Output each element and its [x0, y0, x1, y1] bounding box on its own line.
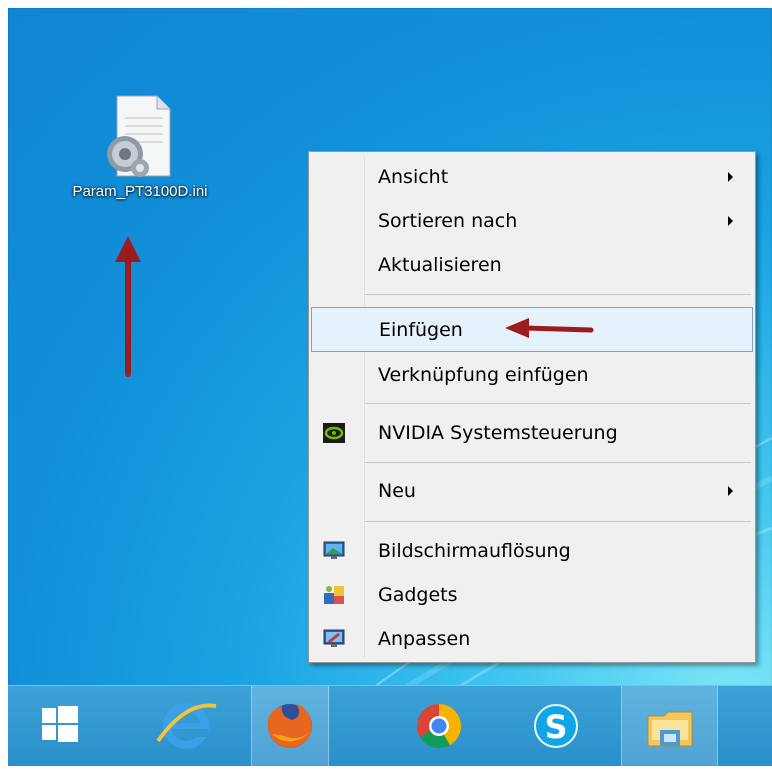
submenu-arrow-icon — [728, 486, 733, 496]
context-menu: Ansicht Sortieren nach Aktualisieren Ein… — [308, 151, 756, 663]
firefox-icon — [267, 704, 312, 748]
menu-item-nvidia-systemsteuerung[interactable]: NVIDIA Systemsteuerung — [311, 412, 753, 454]
taskbar-firefox[interactable] — [251, 686, 329, 766]
internet-explorer-icon — [156, 703, 217, 749]
taskbar-internet-explorer[interactable] — [148, 686, 224, 766]
red-arrow-up-annotation — [115, 236, 141, 377]
menu-item-label: Sortieren nach — [378, 210, 518, 232]
menu-item-anpassen[interactable]: Anpassen — [311, 618, 753, 660]
windows-start-icon — [42, 706, 78, 742]
start-button[interactable] — [18, 686, 94, 766]
taskbar-file-explorer[interactable] — [621, 686, 718, 766]
file-label[interactable]: Param_PT3100D.ini — [25, 183, 255, 200]
skype-icon: S — [534, 704, 578, 748]
submenu-arrow-icon — [728, 216, 733, 226]
display-resolution-icon — [323, 541, 345, 559]
nvidia-icon — [323, 423, 345, 443]
menu-item-label: Anpassen — [378, 628, 471, 650]
menu-item-neu[interactable]: Neu — [311, 470, 753, 512]
menu-item-label: Gadgets — [378, 584, 458, 606]
submenu-arrow-icon — [728, 172, 733, 182]
screenshot-frame: Param_PT3100D.ini Ansicht Sortieren nach… — [0, 0, 772, 766]
menu-separator — [365, 403, 751, 404]
gadgets-icon — [324, 586, 344, 604]
file-explorer-icon — [647, 711, 693, 747]
menu-item-ansicht[interactable]: Ansicht — [311, 156, 753, 198]
menu-item-gadgets[interactable]: Gadgets — [311, 574, 753, 616]
menu-separator — [365, 294, 751, 295]
taskbar-skype[interactable]: S — [518, 686, 594, 766]
menu-item-bildschirmaufloesung[interactable]: Bildschirmauflösung — [311, 530, 753, 572]
svg-text:S: S — [544, 708, 567, 746]
menu-item-verknuepfung-einfuegen[interactable]: Verknüpfung einfügen — [311, 354, 753, 396]
taskbar-chrome[interactable] — [401, 686, 477, 766]
menu-separator — [365, 462, 751, 463]
menu-item-label: NVIDIA Systemsteuerung — [378, 422, 618, 444]
menu-item-sortieren-nach[interactable]: Sortieren nach — [311, 200, 753, 242]
red-arrow-left-annotation — [505, 318, 594, 338]
menu-item-label: Ansicht — [378, 166, 449, 188]
menu-separator — [365, 521, 751, 522]
file-desktop-icon[interactable] — [25, 86, 255, 226]
desktop[interactable]: Param_PT3100D.ini Ansicht Sortieren nach… — [8, 8, 772, 765]
personalize-icon — [323, 629, 345, 647]
menu-item-label: Neu — [378, 480, 416, 502]
menu-item-label: Einfügen — [379, 318, 463, 341]
taskbar: S — [8, 685, 772, 766]
ini-settings-file-icon — [107, 95, 171, 177]
menu-item-label: Verknüpfung einfügen — [378, 364, 589, 386]
chrome-icon — [417, 704, 462, 749]
menu-item-label: Aktualisieren — [378, 254, 502, 276]
menu-item-label: Bildschirmauflösung — [378, 540, 571, 562]
menu-item-aktualisieren[interactable]: Aktualisieren — [311, 244, 753, 286]
